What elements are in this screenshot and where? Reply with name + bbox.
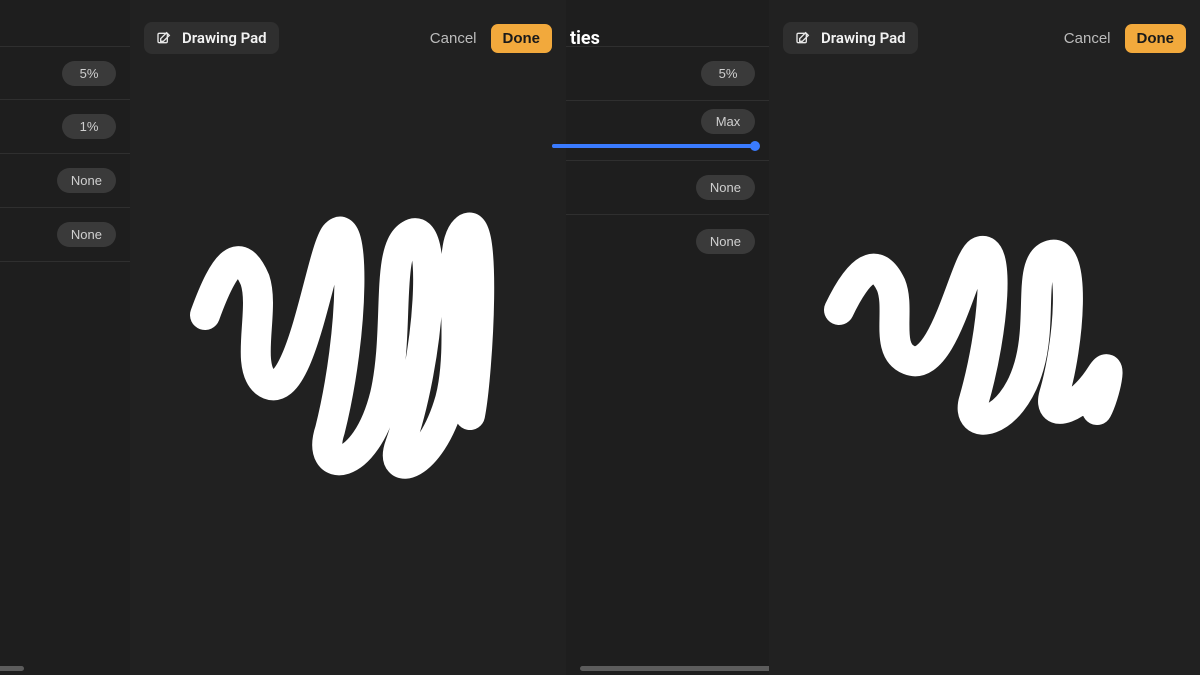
slider-fill [552, 144, 755, 148]
drawing-pad-panel-left: Drawing Pad Cancel Done [130, 0, 566, 675]
drawing-pad-panel-right: Drawing Pad Cancel Done [769, 0, 1200, 675]
property-value-pill[interactable]: None [696, 229, 755, 254]
property-value-pill[interactable]: 1% [62, 114, 116, 139]
property-row-with-slider: Max [566, 100, 769, 160]
properties-panel-left: 5% 1% None None [0, 0, 130, 675]
property-row: None [0, 208, 130, 262]
drawing-canvas[interactable] [130, 0, 566, 675]
scroll-indicator[interactable] [0, 666, 24, 671]
drawing-canvas[interactable] [769, 0, 1200, 675]
property-row: 5% [0, 46, 130, 100]
property-row: None [566, 160, 769, 214]
property-value-pill[interactable]: Max [701, 109, 755, 134]
slider-thumb[interactable] [750, 141, 760, 151]
property-row: None [566, 214, 769, 268]
properties-panel-mid: ties 5% Max None None [566, 0, 769, 675]
property-value-pill[interactable]: 5% [701, 61, 755, 86]
property-value-pill[interactable]: 5% [62, 61, 116, 86]
properties-heading-fragment: ties [570, 28, 670, 49]
property-row: 5% [566, 46, 769, 100]
property-row: 1% [0, 100, 130, 154]
property-row: None [0, 154, 130, 208]
property-value-pill[interactable]: None [57, 168, 116, 193]
property-value-pill[interactable]: None [696, 175, 755, 200]
property-value-pill[interactable]: None [57, 222, 116, 247]
slider-track[interactable] [552, 144, 755, 148]
